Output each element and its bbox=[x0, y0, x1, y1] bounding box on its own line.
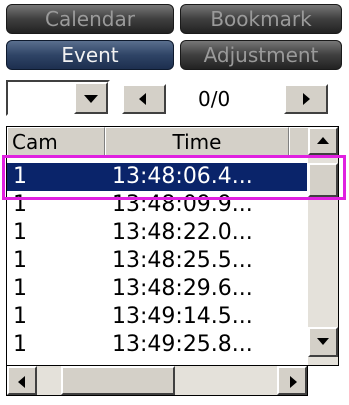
time-cell: 13:48:22.0... bbox=[112, 220, 253, 245]
arrow-left-icon bbox=[139, 93, 146, 105]
time-cell: 13:49:14.5... bbox=[112, 304, 253, 329]
cam-cell: 1 bbox=[13, 220, 27, 245]
tab-event[interactable]: Event bbox=[6, 40, 174, 70]
column-header-spacer bbox=[289, 127, 309, 157]
cam-cell: 1 bbox=[13, 332, 27, 357]
cam-cell: 1 bbox=[13, 248, 27, 273]
time-cell: 13:48:29.6... bbox=[112, 276, 253, 301]
scroll-right-button[interactable] bbox=[277, 366, 307, 395]
arrow-left-icon bbox=[18, 376, 25, 388]
dropdown-button[interactable] bbox=[74, 82, 108, 114]
scroll-down-button[interactable] bbox=[308, 327, 338, 357]
time-cell: 13:49:25.8... bbox=[112, 332, 253, 357]
selection-highlight-outline bbox=[2, 155, 346, 200]
tab-calendar[interactable]: Calendar bbox=[6, 4, 174, 34]
horizontal-scrollbar[interactable] bbox=[6, 366, 308, 396]
column-header-cam[interactable]: Cam bbox=[7, 127, 105, 157]
table-row[interactable]: 1 13:49:14.5... bbox=[7, 303, 307, 331]
scroll-left-button[interactable] bbox=[7, 366, 37, 395]
cam-cell: 1 bbox=[13, 276, 27, 301]
next-button[interactable] bbox=[284, 84, 328, 114]
tab-bookmark[interactable]: Bookmark bbox=[180, 4, 342, 34]
horizontal-scroll-thumb[interactable] bbox=[61, 366, 175, 395]
page-counter: 0/0 bbox=[198, 87, 231, 111]
cam-cell: 1 bbox=[13, 304, 27, 329]
table-row[interactable]: 1 13:48:22.0... bbox=[7, 219, 307, 247]
arrow-right-icon bbox=[303, 93, 310, 105]
table-row[interactable]: 1 13:49:25.8... bbox=[7, 331, 307, 359]
arrow-right-icon bbox=[290, 376, 297, 388]
previous-button[interactable] bbox=[122, 84, 166, 114]
scroll-up-button[interactable] bbox=[308, 127, 338, 155]
table-row[interactable]: 1 13:48:25.5... bbox=[7, 247, 307, 275]
arrow-down-icon bbox=[317, 338, 329, 345]
arrow-up-icon bbox=[317, 137, 329, 144]
time-cell: 13:48:25.5... bbox=[112, 248, 253, 273]
event-filter-dropdown[interactable] bbox=[6, 80, 110, 116]
table-row[interactable]: 1 13:48:29.6... bbox=[7, 275, 307, 303]
chevron-down-icon bbox=[84, 95, 98, 103]
column-header-time[interactable]: Time bbox=[105, 127, 289, 157]
tab-adjustment[interactable]: Adjustment bbox=[180, 40, 342, 70]
